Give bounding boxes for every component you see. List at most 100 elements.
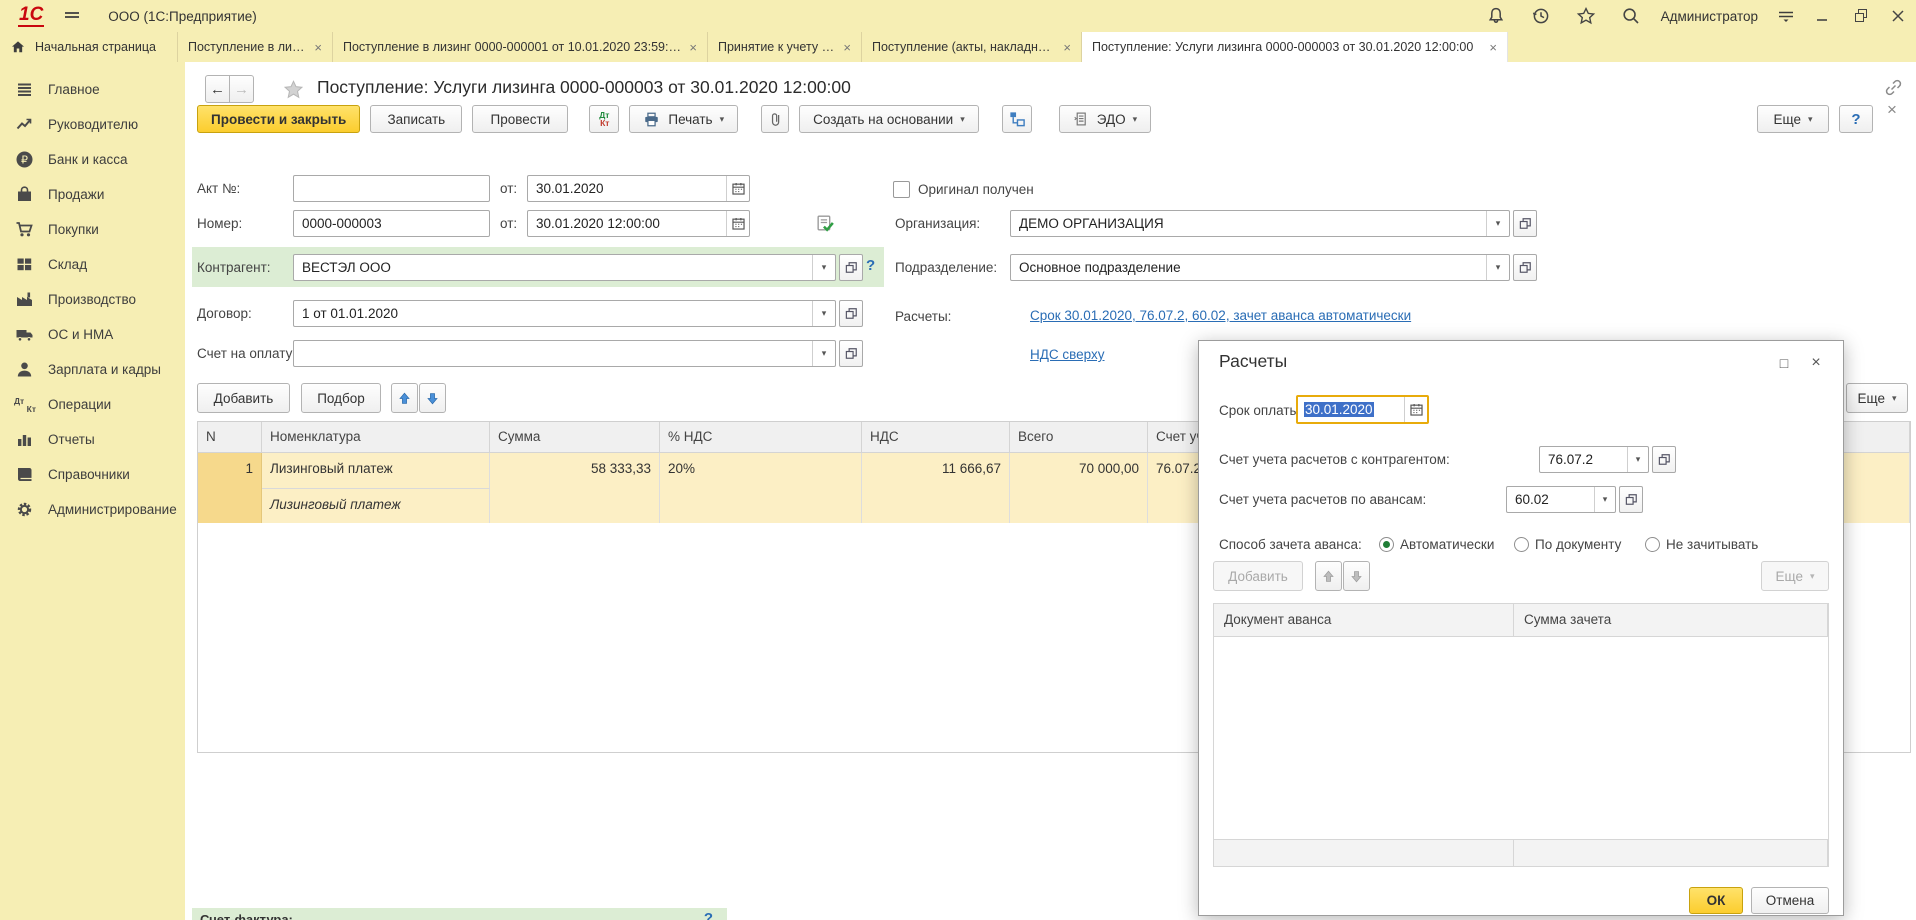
advance-move-up-button[interactable] (1315, 561, 1342, 591)
vat-mode-link[interactable]: НДС сверху (1030, 344, 1105, 366)
column-header[interactable]: Сумма зачета (1514, 604, 1828, 636)
current-user[interactable]: Администратор (1661, 9, 1758, 24)
radio-no-offset-label[interactable]: Не зачитывать (1666, 531, 1758, 558)
tab-receipts-list[interactable]: Поступление (акты, накладные) × (862, 32, 1082, 62)
sidebar-item-fixed-assets[interactable]: ОС и НМА (0, 317, 185, 352)
dt-kt-postings-button[interactable]: Дт Кт (589, 105, 619, 133)
restore-window-icon[interactable] (1848, 4, 1872, 28)
contractor-open-button[interactable] (839, 254, 863, 281)
document-date-input[interactable]: 30.01.2020 12:00:00 (527, 210, 750, 237)
related-documents-button[interactable] (1002, 105, 1032, 133)
sidebar-item-main[interactable]: Главное (0, 72, 185, 107)
column-header[interactable]: % НДС (660, 422, 862, 452)
column-header[interactable]: Документ аванса (1214, 604, 1514, 636)
sidebar-item-reports[interactable]: Отчеты (0, 422, 185, 457)
back-button[interactable]: ← (205, 75, 230, 103)
chevron-down-icon[interactable]: ▾ (1594, 487, 1615, 512)
chevron-down-icon[interactable]: ▾ (812, 301, 835, 326)
move-up-button[interactable] (391, 383, 418, 413)
sidebar-item-bank-cash[interactable]: ₽ Банк и касса (0, 142, 185, 177)
close-window-icon[interactable] (1886, 4, 1910, 28)
total-cell[interactable]: 70 000,00 (1010, 453, 1148, 523)
chevron-down-icon[interactable]: ▾ (1627, 447, 1648, 472)
due-date-input[interactable]: 30.01.2020 (1296, 395, 1429, 424)
sidebar-item-warehouse[interactable]: Склад (0, 247, 185, 282)
sidebar-item-operations[interactable]: ДтКт Операции (0, 387, 185, 422)
tab-close-icon[interactable]: × (689, 40, 697, 55)
dialog-maximize-icon[interactable]: □ (1773, 353, 1795, 373)
tab-close-icon[interactable]: × (1063, 40, 1071, 55)
service-content-cell[interactable]: Лизинговый платеж (262, 488, 490, 523)
history-icon[interactable] (1529, 4, 1553, 28)
advance-table-body[interactable] (1214, 637, 1828, 839)
dialog-close-icon[interactable]: × (1805, 353, 1827, 373)
search-icon[interactable] (1619, 4, 1643, 28)
items-pick-button[interactable]: Подбор (301, 383, 381, 413)
act-date-input[interactable]: 30.01.2020 (527, 175, 750, 202)
organization-open-button[interactable] (1513, 210, 1537, 237)
items-more-button[interactable]: Еще ▾ (1846, 383, 1908, 413)
row-number-cell[interactable]: 1 (198, 453, 262, 523)
settlements-link[interactable]: Срок 30.01.2020, 76.07.2, 60.02, зачет а… (1030, 305, 1411, 327)
items-add-button[interactable]: Добавить (197, 383, 290, 413)
chevron-down-icon[interactable]: ▾ (1486, 255, 1509, 280)
chevron-down-icon[interactable]: ▾ (1486, 211, 1509, 236)
contractor-help-icon[interactable]: ? (866, 257, 875, 274)
sidebar-item-administration[interactable]: Администрирование (0, 492, 185, 527)
contract-input[interactable]: 1 от 01.01.2020 ▾ (293, 300, 836, 327)
form-more-button[interactable]: Еще ▾ (1757, 105, 1829, 133)
calendar-icon[interactable] (726, 211, 749, 236)
advance-add-button[interactable]: Добавить (1213, 561, 1303, 591)
sidebar-item-payroll-hr[interactable]: Зарплата и кадры (0, 352, 185, 387)
sidebar-item-purchases[interactable]: Покупки (0, 212, 185, 247)
sidebar-item-directories[interactable]: Справочники (0, 457, 185, 492)
advance-more-button[interactable]: Еще ▾ (1761, 561, 1829, 591)
column-header[interactable]: Всего (1010, 422, 1148, 452)
ok-button[interactable]: ОК (1689, 887, 1743, 914)
chevron-down-icon[interactable]: ▾ (812, 341, 835, 366)
contractor-input[interactable]: ВЕСТЭЛ ООО ▾ (293, 254, 836, 281)
chevron-down-icon[interactable]: ▾ (812, 255, 835, 280)
post-button[interactable]: Провести (472, 105, 568, 133)
radio-automatic[interactable] (1379, 537, 1394, 552)
write-button[interactable]: Записать (370, 105, 462, 133)
department-input[interactable]: Основное подразделение ▾ (1010, 254, 1510, 281)
number-input[interactable]: 0000-000003 (293, 210, 490, 237)
calendar-icon[interactable] (726, 176, 749, 201)
tab-close-icon[interactable]: × (1489, 40, 1497, 55)
tab-os-acceptance[interactable]: Принятие к учету ОС × (708, 32, 862, 62)
column-header[interactable]: N (198, 422, 262, 452)
print-button[interactable]: Печать ▾ (629, 105, 738, 133)
invoice-help-icon[interactable]: ? (704, 910, 713, 920)
original-received-checkbox[interactable] (893, 181, 910, 198)
forward-button[interactable]: → (229, 75, 254, 103)
account-advance-input[interactable]: 60.02 ▾ (1506, 486, 1616, 513)
favorites-star-icon[interactable] (1574, 4, 1598, 28)
payment-invoice-open-button[interactable] (839, 340, 863, 367)
service-menu-icon[interactable] (1774, 4, 1798, 28)
radio-automatic-label[interactable]: Автоматически (1400, 531, 1494, 558)
move-down-button[interactable] (419, 383, 446, 413)
contract-open-button[interactable] (839, 300, 863, 327)
sidebar-item-sales[interactable]: Продажи (0, 177, 185, 212)
tab-leasing-list[interactable]: Поступление в лизинг × (178, 32, 333, 62)
create-on-base-button[interactable]: Создать на основании ▾ (799, 105, 979, 133)
minimize-window-icon[interactable] (1810, 4, 1834, 28)
vat-cell[interactable]: 11 666,67 (862, 453, 1010, 523)
main-menu-icon[interactable] (60, 4, 84, 28)
tab-close-icon[interactable]: × (843, 40, 851, 55)
sum-cell[interactable]: 58 333,33 (490, 453, 660, 523)
notifications-bell-icon[interactable] (1484, 4, 1508, 28)
close-form-icon[interactable]: × (1887, 100, 1897, 120)
vat-rate-cell[interactable]: 20% (660, 453, 862, 523)
tab-current-document[interactable]: Поступление: Услуги лизинга 0000-000003 … (1082, 32, 1508, 62)
attachments-button[interactable] (761, 105, 789, 133)
column-header[interactable]: Сумма (490, 422, 660, 452)
radio-by-document[interactable] (1514, 537, 1529, 552)
column-header[interactable]: НДС (862, 422, 1010, 452)
tab-close-icon[interactable]: × (314, 40, 322, 55)
nomenclature-cell[interactable]: Лизинговый платеж (262, 453, 490, 488)
post-and-close-button[interactable]: Провести и закрыть (197, 105, 360, 133)
account-contractor-input[interactable]: 76.07.2 ▾ (1539, 446, 1649, 473)
invoice-registration-row[interactable]: Счет-фактура: ? (192, 908, 727, 920)
